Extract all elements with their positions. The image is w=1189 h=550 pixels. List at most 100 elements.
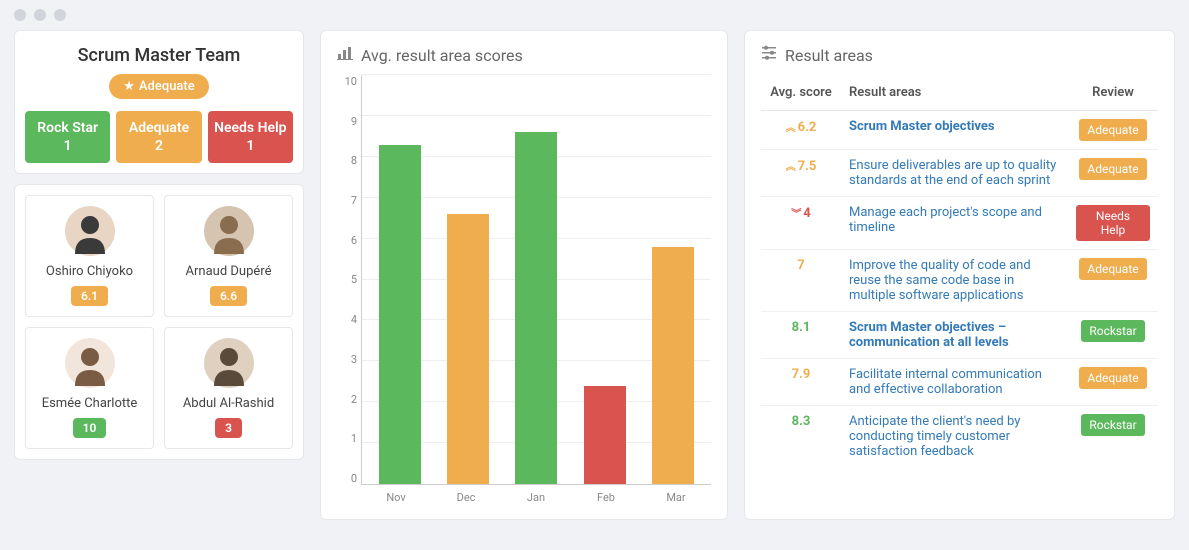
bar-Feb[interactable] (584, 386, 626, 484)
status-label: Needs Help (212, 119, 289, 137)
status-box-orange[interactable]: Adequate2 (116, 111, 201, 163)
bar-Dec[interactable] (447, 214, 489, 484)
team-rating-label: Adequate (139, 79, 195, 94)
col-score: Avg. score (761, 75, 841, 111)
area-cell[interactable]: Facilitate internal communication and ef… (841, 359, 1068, 406)
person-score: 6.1 (71, 286, 108, 306)
score-cell: 8.3 (761, 406, 841, 468)
area-link[interactable]: Improve the quality of code and reuse th… (849, 258, 1031, 303)
score-value: 8.1 (792, 320, 811, 335)
status-box-green[interactable]: Rock Star1 (25, 111, 110, 163)
results-panel: Result areas Avg. score Result areas Rev… (744, 30, 1175, 520)
review-badge: Adequate (1079, 258, 1146, 280)
result-row: 7.9 Facilitate internal communication and… (761, 359, 1158, 406)
bar-Nov[interactable] (379, 145, 421, 484)
area-cell[interactable]: Improve the quality of code and reuse th… (841, 250, 1068, 312)
score-value: 6.2 (798, 120, 817, 135)
chrome-dot (34, 9, 46, 21)
team-rating-badge: ★ Adequate (109, 74, 208, 99)
y-tick: 5 (337, 273, 357, 286)
score-value: 7.9 (792, 367, 811, 382)
result-row: 8.3 Anticipate the client's need by condu… (761, 406, 1158, 468)
chart-panel: Avg. result area scores 109876543210 Nov… (320, 30, 728, 520)
y-tick: 4 (337, 313, 357, 326)
area-link[interactable]: Facilitate internal communication and ef… (849, 367, 1042, 397)
result-row: ︽6.2Scrum Master objectivesAdequate (761, 111, 1158, 150)
score-cell: 7 (761, 250, 841, 312)
score-cell: 7.9 (761, 359, 841, 406)
person-score: 10 (73, 418, 107, 438)
review-badge: Needs Help (1076, 205, 1150, 241)
x-label: Nov (375, 491, 417, 504)
bar-Mar[interactable] (652, 247, 694, 484)
col-review: Review (1068, 75, 1158, 111)
col-area: Result areas (841, 75, 1068, 111)
status-label: Rock Star (29, 119, 106, 137)
chrome-dot (54, 9, 66, 21)
area-cell[interactable]: Manage each project's scope and timeline (841, 197, 1068, 250)
y-tick: 0 (337, 472, 357, 485)
area-cell[interactable]: Ensure deliverables are up to quality st… (841, 150, 1068, 197)
score-cell: ︾4 (761, 197, 841, 250)
bar-Jan[interactable] (515, 132, 557, 484)
trend-up-icon: ︽ (786, 123, 796, 134)
area-link[interactable]: Manage each project's scope and timeline (849, 205, 1042, 235)
team-title: Scrum Master Team (25, 45, 293, 66)
results-title: Result areas (785, 46, 873, 65)
score-value: 4 (803, 206, 810, 221)
person-name: Oshiro Chiyoko (32, 264, 147, 279)
person-card[interactable]: Oshiro Chiyoko 6.1 (25, 195, 154, 317)
trend-down-icon: ︾ (791, 209, 801, 220)
person-card[interactable]: Arnaud Dupéré6.6 (164, 195, 293, 317)
avatar (204, 206, 254, 256)
area-link[interactable]: Scrum Master objectives – communication … (849, 320, 1009, 350)
avatar (204, 338, 254, 388)
y-tick: 8 (337, 154, 357, 167)
y-tick: 10 (337, 75, 357, 88)
review-badge: Rockstar (1081, 414, 1144, 436)
person-name: Esmée Charlotte (32, 396, 147, 411)
result-row: ︽7.5 Ensure deliverables are up to qualit… (761, 150, 1158, 197)
y-tick: 9 (337, 115, 357, 128)
area-cell[interactable]: Scrum Master objectives (841, 111, 1068, 150)
status-box-red[interactable]: Needs Help1 (208, 111, 293, 163)
person-name: Abdul Al-Rashid (171, 396, 286, 411)
status-count: 2 (120, 137, 197, 155)
score-value: 8.3 (792, 414, 811, 429)
y-tick: 6 (337, 234, 357, 247)
review-badge: Adequate (1079, 158, 1146, 180)
people-panel: Oshiro Chiyoko6.1Arnaud Dupéré6.6Esmée C… (14, 184, 304, 460)
trend-up-icon: ︽ (786, 162, 796, 173)
score-cell: ︽7.5 (761, 150, 841, 197)
chart-title: Avg. result area scores (361, 46, 523, 65)
area-link[interactable]: Anticipate the client's need by conducti… (849, 414, 1020, 459)
person-score: 6.6 (210, 286, 247, 306)
y-tick: 3 (337, 353, 357, 366)
avatar (65, 206, 115, 256)
result-row: 7 Improve the quality of code and reuse t… (761, 250, 1158, 312)
bar-chart-icon (337, 45, 353, 65)
person-card[interactable]: Esmée Charlotte 10 (25, 327, 154, 449)
area-link[interactable]: Ensure deliverables are up to quality st… (849, 158, 1056, 188)
y-tick: 7 (337, 194, 357, 207)
result-row: 8.1 Scrum Master objectives – communicati… (761, 312, 1158, 359)
area-cell[interactable]: Scrum Master objectives – communication … (841, 312, 1068, 359)
score-cell: 8.1 (761, 312, 841, 359)
sliders-icon (761, 45, 777, 65)
status-label: Adequate (120, 119, 197, 137)
results-table: Avg. score Result areas Review ︽6.2Scrum… (761, 75, 1158, 467)
status-count: 1 (29, 137, 106, 155)
area-link[interactable]: Scrum Master objectives (849, 119, 995, 134)
y-tick: 2 (337, 393, 357, 406)
area-cell[interactable]: Anticipate the client's need by conducti… (841, 406, 1068, 468)
x-label: Dec (445, 491, 487, 504)
chrome-dot (14, 9, 26, 21)
person-score: 3 (215, 418, 242, 438)
y-tick: 1 (337, 432, 357, 445)
review-badge: Rockstar (1081, 320, 1144, 342)
person-card[interactable]: Abdul Al-Rashid 3 (164, 327, 293, 449)
window-chrome (0, 0, 1189, 30)
score-value: 7 (797, 258, 804, 273)
star-icon: ★ (123, 79, 135, 94)
team-panel: Scrum Master Team ★ Adequate Rock Star1A… (14, 30, 304, 174)
